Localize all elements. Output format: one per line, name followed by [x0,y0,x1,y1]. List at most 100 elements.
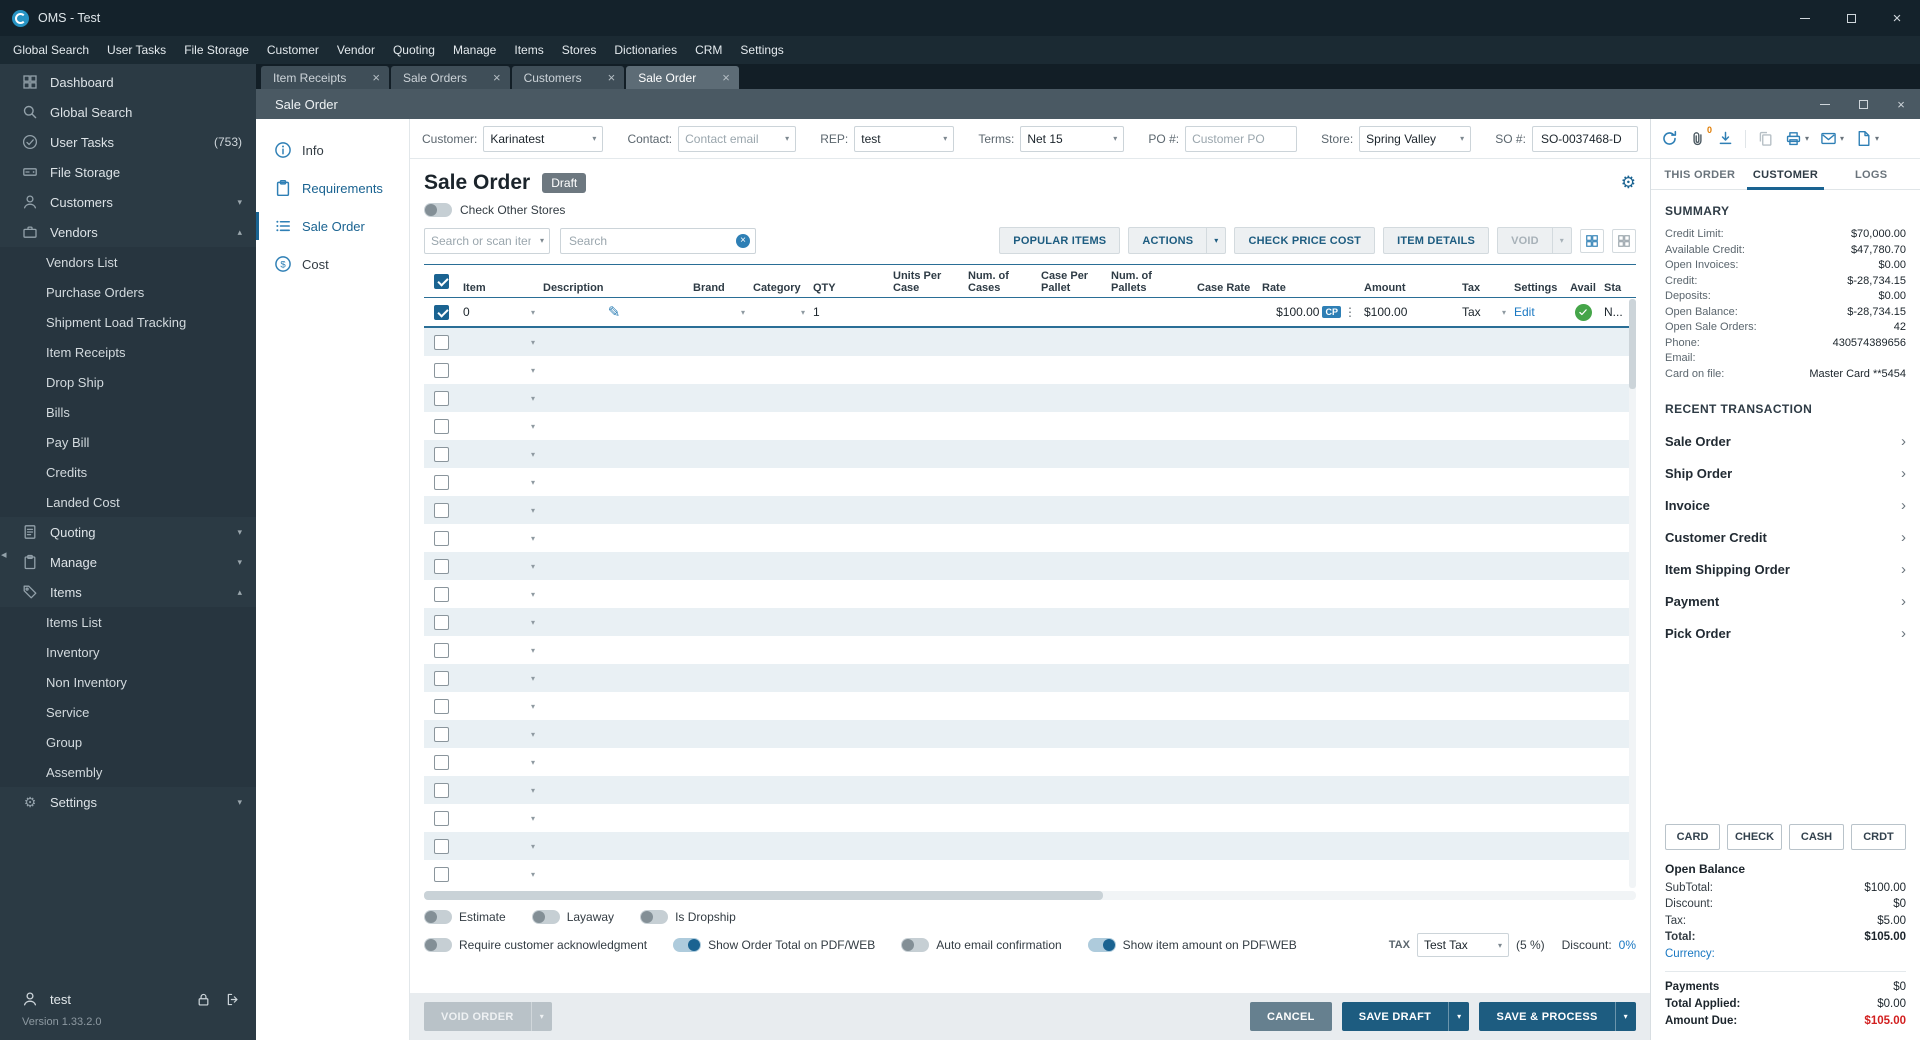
tab-close-icon[interactable]: × [493,71,501,84]
chevron-down-icon[interactable]: ▾ [531,590,535,599]
chevron-down-icon[interactable]: ▾ [531,308,535,317]
edit-description-icon[interactable]: ✎ [608,303,621,321]
void-order-button[interactable]: VOID ORDER [424,1002,531,1031]
actions-dropdown-button[interactable]: ▾ [1206,227,1226,254]
chevron-down-icon[interactable]: ▾ [531,814,535,823]
row-checkbox[interactable] [434,839,449,854]
payment-method-button[interactable]: CRDT [1851,824,1906,850]
po-number-input[interactable] [1185,126,1297,152]
col-settings[interactable]: Settings [1510,279,1566,297]
row-checkbox[interactable] [434,447,449,462]
sidebar-item[interactable]: Service [0,697,256,727]
sidebar-item[interactable]: Manage ▾ [0,547,256,577]
row-settings-edit-link[interactable]: Edit [1514,305,1535,319]
logout-icon[interactable] [225,992,240,1007]
void-button[interactable]: VOID [1497,227,1552,254]
tab[interactable]: Sale Orders × [391,66,510,89]
empty-order-row[interactable]: ▾ [424,468,1636,496]
chevron-down-icon[interactable]: ▾ [531,366,535,375]
empty-order-row[interactable]: ▾ [424,552,1636,580]
window-maximize-button[interactable] [1828,0,1874,36]
sidebar-item[interactable]: Non Inventory [0,667,256,697]
toggle-switch[interactable] [1088,938,1116,952]
order-toggle[interactable]: Auto email confirmation [901,938,1061,952]
sidebar-item[interactable]: Customers ▾ [0,187,256,217]
contact-select[interactable]: Contact email▾ [678,126,796,152]
empty-order-row[interactable]: ▾ [424,328,1636,356]
recent-transaction-link[interactable]: Invoice › [1665,489,1906,521]
tab-close-icon[interactable]: × [372,71,380,84]
item-number[interactable]: 0 [463,305,470,319]
item-details-button[interactable]: ITEM DETAILS [1383,227,1489,254]
payment-method-button[interactable]: CHECK [1727,824,1782,850]
toggle-switch[interactable] [640,910,668,924]
toggle-switch[interactable] [424,910,452,924]
tab-close-icon[interactable]: × [722,71,730,84]
col-amount[interactable]: Amount [1360,279,1458,297]
row-checkbox[interactable] [434,305,449,320]
col-rate[interactable]: Rate [1258,279,1360,297]
toggle-switch[interactable] [673,938,701,952]
cancel-button[interactable]: CANCEL [1250,1002,1332,1031]
col-num-of-cases[interactable]: Num. of Cases [964,267,1037,297]
sidebar-item[interactable]: Credits [0,457,256,487]
void-order-dropdown-button[interactable]: ▾ [531,1002,552,1031]
order-toggle[interactable]: Show item amount on PDF\WEB [1088,938,1297,952]
row-checkbox[interactable] [434,363,449,378]
sidebar-item[interactable]: Landed Cost [0,487,256,517]
chevron-down-icon[interactable]: ▾ [531,562,535,571]
order-toggle[interactable]: Require customer acknowledgment [424,938,647,952]
menu-item[interactable]: Global Search [4,36,98,64]
scan-item-combo[interactable]: ▾ [424,228,550,254]
sidebar-item[interactable]: Vendors ▴ [0,217,256,247]
row-checkbox[interactable] [434,699,449,714]
select-grid-icon-button[interactable] [1580,229,1604,253]
menu-item[interactable]: User Tasks [98,36,175,64]
record-nav-item[interactable]: Requirements [256,169,409,207]
refresh-icon[interactable] [1661,130,1678,147]
chevron-down-icon[interactable]: ▾ [531,674,535,683]
menu-item[interactable]: Quoting [384,36,444,64]
inner-maximize-button[interactable] [1844,89,1882,119]
panel-tab[interactable]: THIS ORDER [1657,159,1743,189]
toggle-switch[interactable] [424,938,452,952]
table-vertical-scrollbar[interactable] [1629,299,1636,888]
sidebar-item[interactable]: Group [0,727,256,757]
row-checkbox[interactable] [434,531,449,546]
empty-order-row[interactable]: ▾ [424,860,1636,888]
sidebar-item[interactable]: Bills [0,397,256,427]
rate-options-icon[interactable]: ⋮ [1344,305,1356,319]
sidebar-item[interactable]: Item Receipts [0,337,256,367]
row-checkbox[interactable] [434,391,449,406]
discount-link[interactable]: 0% [1619,938,1636,952]
empty-order-row[interactable]: ▾ [424,356,1636,384]
row-checkbox[interactable] [434,335,449,350]
chevron-down-icon[interactable]: ▾ [531,422,535,431]
empty-order-row[interactable]: ▾ [424,608,1636,636]
menu-item[interactable]: CRM [686,36,731,64]
sidebar-item[interactable]: Shipment Load Tracking [0,307,256,337]
menu-item[interactable]: Settings [731,36,792,64]
row-checkbox[interactable] [434,587,449,602]
payment-method-button[interactable]: CASH [1789,824,1844,850]
order-toggle[interactable]: Estimate [424,910,506,924]
recent-transaction-link[interactable]: Ship Order › [1665,457,1906,489]
col-units-per-case[interactable]: Units Per Case [889,267,964,297]
recent-transaction-link[interactable]: Payment › [1665,585,1906,617]
actions-button[interactable]: ACTIONS [1128,227,1206,254]
sidebar-item[interactable]: ⚙ Settings ▾ [0,787,256,817]
save-process-dropdown-button[interactable]: ▾ [1615,1002,1636,1031]
popular-items-button[interactable]: POPULAR ITEMS [999,227,1120,254]
empty-order-row[interactable]: ▾ [424,636,1636,664]
qty-cell[interactable]: 1 [809,298,889,326]
empty-order-row[interactable]: ▾ [424,412,1636,440]
col-tax[interactable]: Tax [1458,279,1510,297]
empty-order-row[interactable]: ▾ [424,804,1636,832]
row-checkbox[interactable] [434,755,449,770]
chevron-down-icon[interactable]: ▾ [1805,134,1809,143]
tab[interactable]: Customers × [512,66,625,89]
empty-order-row[interactable]: ▾ [424,580,1636,608]
row-checkbox[interactable] [434,615,449,630]
empty-order-row[interactable]: ▾ [424,692,1636,720]
order-toggle[interactable]: Is Dropship [640,910,736,924]
